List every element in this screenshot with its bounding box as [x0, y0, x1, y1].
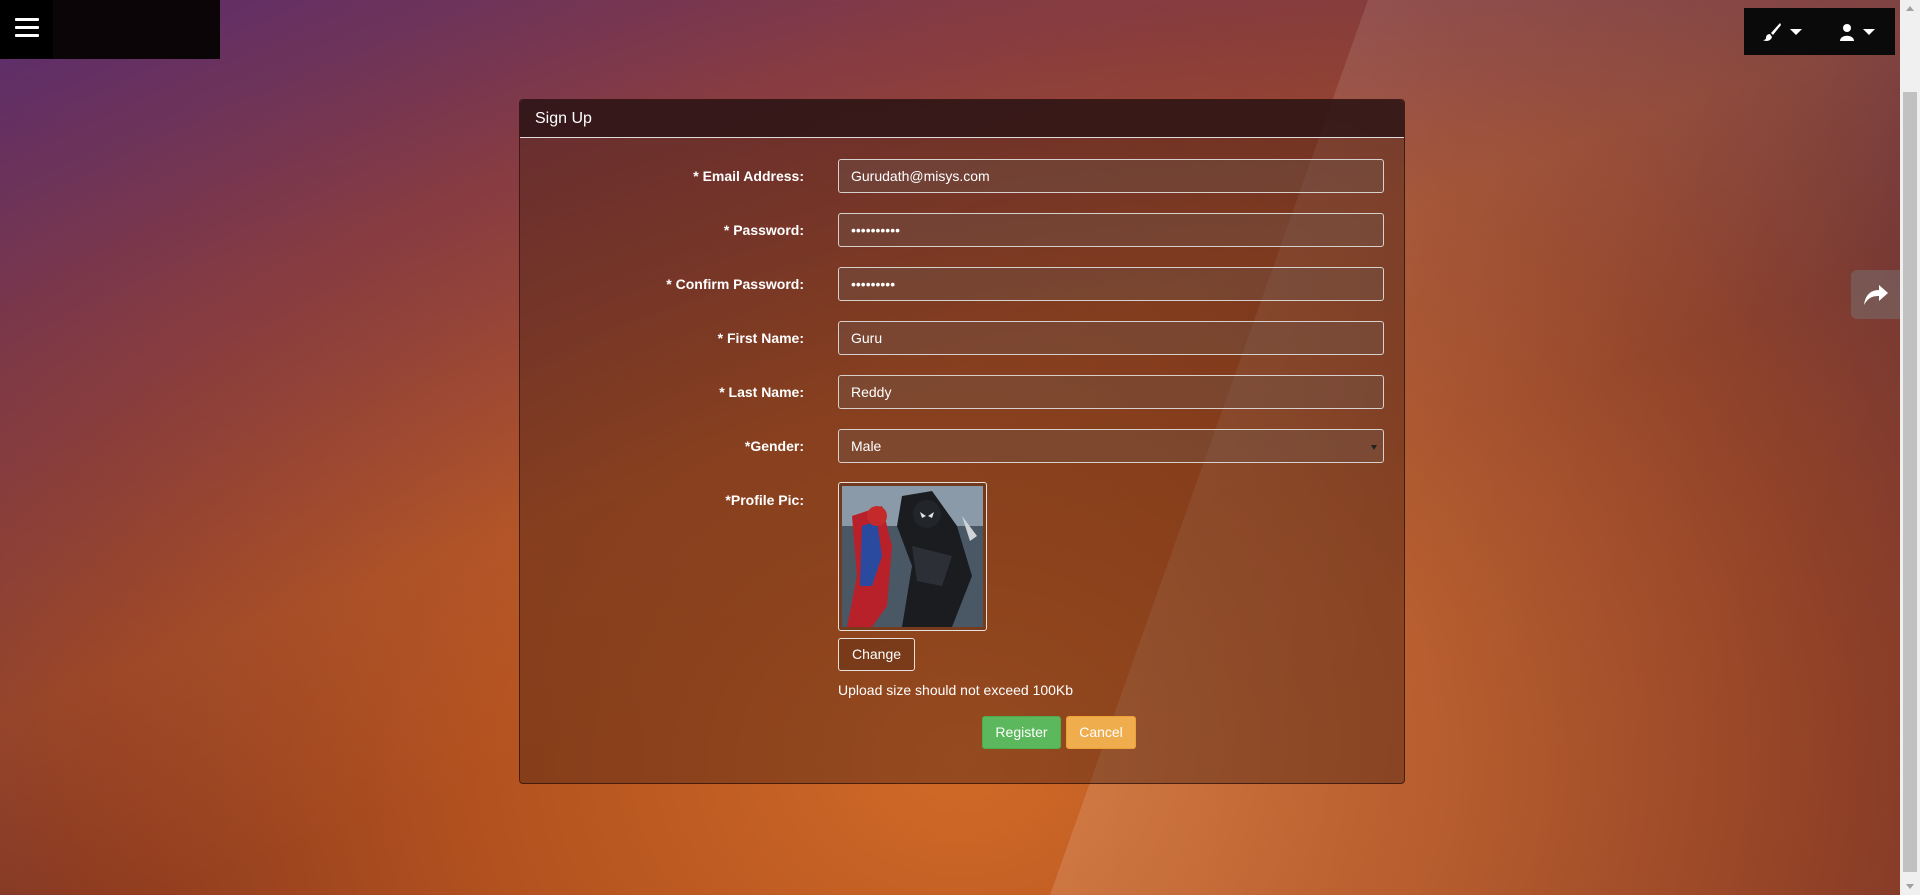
password-row: * Password:: [520, 213, 1404, 247]
user-dropdown-button[interactable]: [1819, 8, 1894, 55]
password-label: * Password:: [723, 222, 804, 238]
scroll-up-arrow-icon[interactable]: [1906, 6, 1914, 11]
confirm-password-label: * Confirm Password:: [666, 276, 804, 292]
password-field[interactable]: [838, 213, 1384, 247]
gender-select[interactable]: Male: [838, 429, 1384, 463]
profile-image: [842, 486, 983, 627]
vertical-scrollbar[interactable]: [1900, 0, 1920, 895]
share-button[interactable]: [1851, 270, 1901, 319]
user-icon: [1839, 23, 1854, 41]
confirm-password-row: * Confirm Password:: [520, 267, 1404, 301]
first-name-row: * First Name:: [520, 321, 1404, 355]
signup-panel: Sign Up * Email Address: * Password: * C…: [519, 99, 1405, 784]
share-arrow-icon: [1864, 284, 1888, 305]
theme-dropdown-button[interactable]: [1744, 8, 1819, 55]
first-name-field[interactable]: [838, 321, 1384, 355]
gender-label: *Gender:: [744, 438, 804, 454]
gender-row: *Gender: Male: [520, 429, 1404, 463]
top-left-bar: [0, 0, 220, 59]
confirm-password-field[interactable]: [838, 267, 1384, 301]
first-name-label: * First Name:: [717, 330, 804, 346]
upload-size-hint: Upload size should not exceed 100Kb: [838, 682, 1074, 698]
profile-pic-thumbnail: [838, 482, 987, 631]
select-arrow-icon: [1371, 445, 1377, 450]
email-label: * Email Address:: [693, 168, 804, 184]
last-name-label: * Last Name:: [719, 384, 804, 400]
brush-icon: [1762, 22, 1781, 41]
last-name-row: * Last Name:: [520, 375, 1404, 409]
register-button[interactable]: Register: [982, 716, 1061, 749]
gender-selected-value: Male: [851, 438, 882, 454]
hamburger-menu-button[interactable]: [0, 0, 53, 59]
panel-title: Sign Up: [520, 100, 1404, 138]
profile-pic-label: *Profile Pic:: [725, 492, 804, 508]
email-row: * Email Address:: [520, 159, 1404, 193]
email-field[interactable]: [838, 159, 1384, 193]
top-right-toolbar: [1744, 8, 1895, 55]
scroll-down-arrow-icon[interactable]: [1906, 884, 1914, 889]
scrollbar-thumb[interactable]: [1903, 92, 1917, 872]
chevron-down-icon: [1862, 28, 1875, 35]
last-name-field[interactable]: [838, 375, 1384, 409]
cancel-button[interactable]: Cancel: [1066, 716, 1136, 749]
change-picture-button[interactable]: Change: [838, 638, 915, 671]
spiderman-image: [842, 486, 983, 627]
chevron-down-icon: [1789, 28, 1802, 35]
